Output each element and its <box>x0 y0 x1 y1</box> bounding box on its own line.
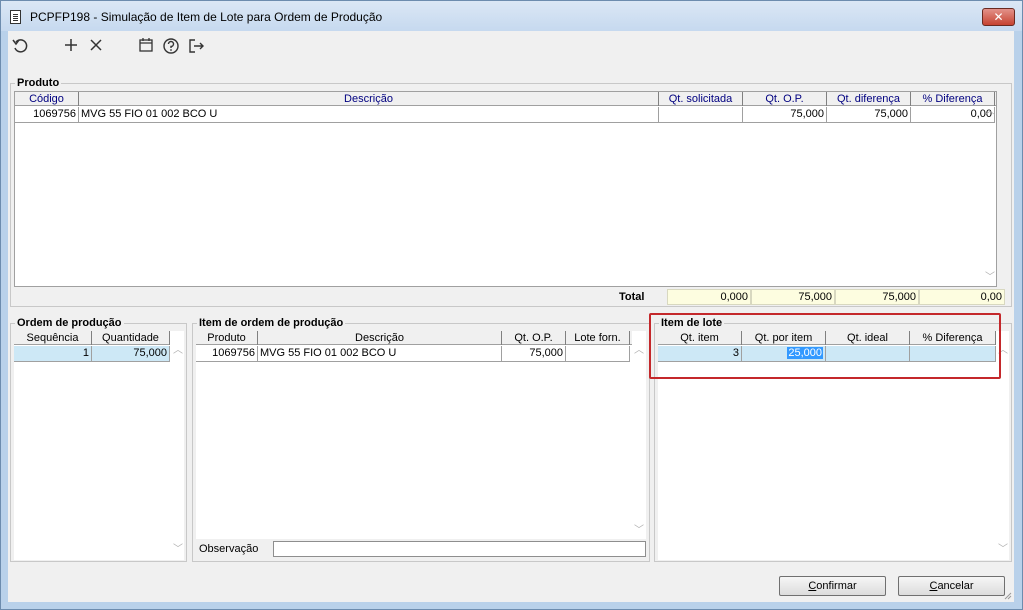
col-qt-solicitada[interactable]: Qt. solicitada <box>659 92 743 106</box>
client-area: Produto Código Descrição Qt. solicitada … <box>8 31 1014 602</box>
col-qt-op[interactable]: Qt. O.P. <box>502 331 566 345</box>
total-qt-diferenca: 75,000 <box>835 289 919 305</box>
cell-qt-diferenca[interactable]: 75,000 <box>827 107 911 123</box>
cell-descricao[interactable]: MVG 55 FIO 01 002 BCO U <box>258 346 502 362</box>
cell-sequencia[interactable]: 1 <box>14 346 92 362</box>
item-ordem-group: Item de ordem de produção Produto Descri… <box>192 317 650 562</box>
calendar-icon[interactable] <box>136 37 156 57</box>
cancel-label: ancelar <box>937 580 974 592</box>
total-qt-solicitada: 0,000 <box>667 289 751 305</box>
col-qt-op[interactable]: Qt. O.P. <box>743 92 827 106</box>
produto-scrollbar[interactable]: ︿ ﹀ <box>984 107 996 285</box>
produto-header: Código Descrição Qt. solicitada Qt. O.P.… <box>15 92 996 106</box>
cell-codigo[interactable]: 1069756 <box>15 107 79 123</box>
total-pct-diferenca: 0,00 <box>919 289 1005 305</box>
col-produto[interactable]: Produto <box>196 331 258 345</box>
window-title: PCPFP198 - Simulação de Item de Lote par… <box>30 10 383 24</box>
toolbar <box>8 31 1014 65</box>
item-ordem-scrollbar[interactable]: ︿ ﹀ <box>633 346 645 538</box>
total-qt-op: 75,000 <box>751 289 835 305</box>
exit-icon[interactable] <box>186 37 206 57</box>
produto-grid: Código Descrição Qt. solicitada Qt. O.P.… <box>14 91 997 287</box>
observacao-input[interactable] <box>273 541 646 557</box>
col-pct-diferenca[interactable]: % Diferença <box>911 92 995 106</box>
highlight-box <box>649 313 1001 379</box>
cell-quantidade[interactable]: 75,000 <box>92 346 170 362</box>
close-button[interactable]: ✕ <box>982 8 1015 26</box>
undo-icon[interactable] <box>11 37 31 57</box>
produto-title: Produto <box>15 77 62 89</box>
scroll-down-icon[interactable]: ﹀ <box>633 526 645 536</box>
cell-qt-op[interactable]: 75,000 <box>743 107 827 123</box>
cell-lote-forn[interactable] <box>566 346 630 362</box>
ordem-title: Ordem de produção <box>15 317 124 329</box>
table-row[interactable]: 1069756 MVG 55 FIO 01 002 BCO U 75,000 7… <box>15 107 996 123</box>
confirm-button[interactable]: Confirmar <box>779 576 886 596</box>
scroll-down-icon[interactable]: ﹀ <box>997 545 1009 555</box>
ordem-header: Sequência Quantidade <box>14 331 170 345</box>
table-row[interactable]: 1069756 MVG 55 FIO 01 002 BCO U 75,000 <box>196 346 632 362</box>
scroll-up-icon[interactable]: ︿ <box>633 346 645 356</box>
scroll-up-icon[interactable]: ︿ <box>984 107 996 117</box>
col-codigo[interactable]: Código <box>15 92 79 106</box>
help-icon[interactable] <box>161 37 181 57</box>
produto-group: Produto Código Descrição Qt. solicitada … <box>10 77 1012 307</box>
cell-qt-op[interactable]: 75,000 <box>502 346 566 362</box>
col-quantidade[interactable]: Quantidade <box>92 331 170 345</box>
scroll-up-icon[interactable]: ︿ <box>172 346 184 356</box>
cell-pct-diferenca[interactable]: 0,00 <box>911 107 995 123</box>
scroll-down-icon[interactable]: ﹀ <box>172 545 184 555</box>
item-ordem-title: Item de ordem de produção <box>197 317 346 329</box>
col-descricao[interactable]: Descrição <box>258 331 502 345</box>
ordem-grid: Sequência Quantidade 1 75,000 ︿ ﹀ <box>14 331 184 560</box>
cell-qt-solicitada[interactable] <box>659 107 743 123</box>
cell-descricao[interactable]: MVG 55 FIO 01 002 BCO U <box>79 107 659 123</box>
col-qt-diferenca[interactable]: Qt. diferença <box>827 92 911 106</box>
delete-icon[interactable] <box>86 37 106 57</box>
item-ordem-header: Produto Descrição Qt. O.P. Lote forn. <box>196 331 632 345</box>
cancel-button[interactable]: Cancelar <box>898 576 1005 596</box>
col-lote-forn[interactable]: Lote forn. <box>566 331 630 345</box>
col-descricao[interactable]: Descrição <box>79 92 659 106</box>
observacao-label: Observação <box>199 543 259 555</box>
add-icon[interactable] <box>61 37 81 57</box>
title-bar[interactable]: PCPFP198 - Simulação de Item de Lote par… <box>1 1 1022 31</box>
ordem-scrollbar[interactable]: ︿ ﹀ <box>172 346 184 556</box>
cell-produto[interactable]: 1069756 <box>196 346 258 362</box>
total-label: Total <box>619 291 645 303</box>
table-row[interactable]: 1 75,000 <box>14 346 170 362</box>
main-window: PCPFP198 - Simulação de Item de Lote par… <box>0 0 1023 610</box>
col-sequencia[interactable]: Sequência <box>14 331 92 345</box>
document-icon <box>10 10 21 24</box>
scroll-down-icon[interactable]: ﹀ <box>984 273 996 283</box>
ordem-group: Ordem de produção Sequência Quantidade 1… <box>10 317 187 562</box>
confirm-label: onfirmar <box>816 580 857 592</box>
item-ordem-grid: Produto Descrição Qt. O.P. Lote forn. 10… <box>196 331 646 539</box>
resize-grip-icon[interactable] <box>1002 590 1012 600</box>
